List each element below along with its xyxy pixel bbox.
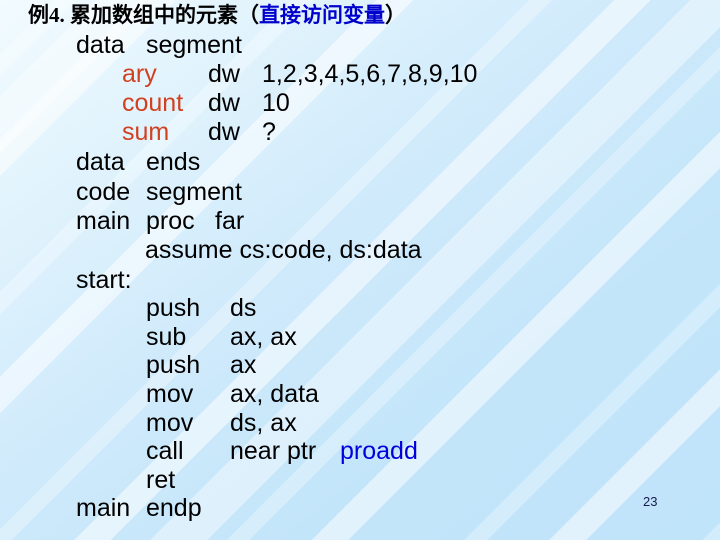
page-number: 23 — [643, 494, 658, 509]
code-label-count: count — [122, 89, 184, 117]
code-label-main-endp: main — [76, 494, 131, 522]
slide-title: 例4. 累加数组中的元素（直接访问变量） — [28, 5, 406, 26]
code-mnemonic-push-ds: push — [146, 294, 201, 322]
code-label-ary: ary — [122, 60, 157, 88]
code-label-sum: sum — [122, 118, 170, 146]
code-mnemonic-call: call — [146, 437, 184, 465]
code-mnemonic-endp: endp — [146, 494, 202, 522]
code-operand-ds: ds — [230, 294, 257, 322]
code-operand-ax-ax: ax, ax — [230, 323, 297, 351]
code-mnemonic-mov-ds: mov — [146, 409, 194, 437]
code-operand-ary-values: 1,2,3,4,5,6,7,8,9,10 — [262, 60, 478, 88]
title-highlight-text: 直接访问变量 — [259, 3, 385, 27]
slide-content: 例4. 累加数组中的元素（直接访问变量） data segment ary dw… — [0, 0, 720, 540]
code-mnemonic-mov-ax: mov — [146, 380, 194, 408]
code-label-data-segment: data — [76, 31, 125, 59]
code-operand-proadd: proadd — [340, 437, 418, 465]
code-operand-far: far — [215, 207, 245, 235]
code-mnemonic-dw-ary: dw — [208, 60, 240, 88]
code-operand-ax: ax — [230, 351, 257, 379]
code-directive-assume: assume cs:code, ds:data — [145, 236, 422, 264]
code-operand-ax-data: ax, data — [230, 380, 319, 408]
slide-canvas: 例4. 累加数组中的元素（直接访问变量） data segment ary dw… — [0, 0, 720, 540]
code-label-code: code — [76, 178, 131, 206]
code-mnemonic-sub: sub — [146, 323, 187, 351]
code-operand-count-value: 10 — [262, 89, 290, 117]
title-suffix-text: ） — [385, 3, 406, 27]
code-label-main-proc: main — [76, 207, 131, 235]
code-label-data-ends: data — [76, 148, 125, 176]
code-mnemonic-ends: ends — [146, 148, 201, 176]
code-label-start: start: — [76, 266, 132, 294]
code-mnemonic-segment-data: segment — [146, 31, 242, 59]
code-operand-ds-ax: ds, ax — [230, 409, 297, 437]
code-operand-sum-value: ? — [262, 118, 276, 146]
code-mnemonic-push-ax: push — [146, 351, 201, 379]
code-mnemonic-dw-count: dw — [208, 89, 240, 117]
code-operand-near-ptr: near ptr — [230, 437, 317, 465]
title-prefix-text: 例4. 累加数组中的元素（ — [28, 3, 259, 27]
code-mnemonic-ret: ret — [146, 466, 176, 494]
code-mnemonic-segment-code: segment — [146, 178, 242, 206]
code-mnemonic-dw-sum: dw — [208, 118, 240, 146]
code-mnemonic-proc: proc — [146, 207, 195, 235]
